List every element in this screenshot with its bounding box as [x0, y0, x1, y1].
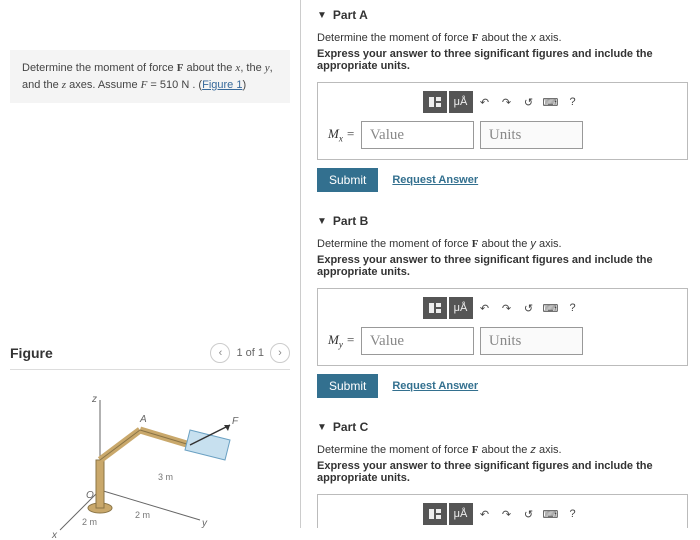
- reset-icon[interactable]: ↺: [519, 298, 539, 318]
- help-icon[interactable]: ?: [563, 298, 583, 318]
- problem-text: Determine the moment of force: [22, 62, 177, 74]
- part-c: ▼ Part C Determine the moment of force F…: [317, 420, 688, 528]
- problem-statement: Determine the moment of force F about th…: [10, 50, 290, 103]
- figure-header: Figure ‹ 1 of 1 ›: [10, 343, 290, 370]
- undo-icon[interactable]: ↶: [475, 504, 495, 524]
- svg-text:F: F: [232, 416, 239, 427]
- template-icon[interactable]: [423, 91, 447, 113]
- part-a-request-answer[interactable]: Request Answer: [392, 174, 478, 186]
- part-c-toolbar: μÅ ↶ ↷ ↺ ⌨ ?: [328, 503, 677, 525]
- part-a-value-input[interactable]: Value: [361, 121, 474, 149]
- template-icon[interactable]: [423, 503, 447, 525]
- redo-icon[interactable]: ↷: [497, 504, 517, 524]
- part-a-submit-button[interactable]: Submit: [317, 168, 378, 192]
- part-a-instructions: Express your answer to three significant…: [317, 48, 688, 72]
- help-icon[interactable]: ?: [563, 504, 583, 524]
- template-icon[interactable]: [423, 297, 447, 319]
- part-b-question: Determine the moment of force F about th…: [317, 238, 688, 250]
- svg-text:2 m: 2 m: [135, 510, 150, 520]
- reset-icon[interactable]: ↺: [519, 92, 539, 112]
- part-b-answer-box: μÅ ↶ ↷ ↺ ⌨ ? My = Value Units: [317, 288, 688, 366]
- part-b-header[interactable]: ▼ Part B: [317, 214, 688, 228]
- part-b-units-input[interactable]: Units: [480, 327, 583, 355]
- caret-down-icon: ▼: [317, 422, 327, 433]
- part-a-header[interactable]: ▼ Part A: [317, 8, 688, 22]
- part-a-question: Determine the moment of force F about th…: [317, 32, 688, 44]
- part-a-submit-row: Submit Request Answer: [317, 168, 688, 192]
- part-b-title: Part B: [333, 214, 368, 228]
- part-a-answer-box: μÅ ↶ ↷ ↺ ⌨ ? Mx = Value Units: [317, 82, 688, 160]
- redo-icon[interactable]: ↷: [497, 298, 517, 318]
- part-a: ▼ Part A Determine the moment of force F…: [317, 8, 688, 192]
- pager-label: 1 of 1: [236, 347, 264, 359]
- part-b-label: My =: [328, 332, 355, 350]
- undo-icon[interactable]: ↶: [475, 298, 495, 318]
- part-b-answer-row: My = Value Units: [328, 327, 677, 355]
- redo-icon[interactable]: ↷: [497, 92, 517, 112]
- part-c-header[interactable]: ▼ Part C: [317, 420, 688, 434]
- figure-image: z x y O A F 3 m 2 m 2 m: [10, 390, 290, 540]
- reset-icon[interactable]: ↺: [519, 504, 539, 524]
- part-b: ▼ Part B Determine the moment of force F…: [317, 214, 688, 398]
- keyboard-icon[interactable]: ⌨: [541, 504, 561, 524]
- part-b-value-input[interactable]: Value: [361, 327, 474, 355]
- part-b-submit-row: Submit Request Answer: [317, 374, 688, 398]
- caret-down-icon: ▼: [317, 10, 327, 21]
- part-b-instructions: Express your answer to three significant…: [317, 254, 688, 278]
- figure-pager: ‹ 1 of 1 ›: [210, 343, 290, 363]
- part-c-title: Part C: [333, 420, 368, 434]
- svg-text:3 m: 3 m: [158, 472, 173, 482]
- units-icon[interactable]: μÅ: [449, 503, 473, 525]
- units-icon[interactable]: μÅ: [449, 91, 473, 113]
- keyboard-icon[interactable]: ⌨: [541, 298, 561, 318]
- part-c-answer-box: μÅ ↶ ↷ ↺ ⌨ ? Mz = Value Units: [317, 494, 688, 528]
- svg-text:A: A: [139, 414, 147, 425]
- part-b-request-answer[interactable]: Request Answer: [392, 380, 478, 392]
- svg-text:O: O: [86, 490, 94, 501]
- pager-next[interactable]: ›: [270, 343, 290, 363]
- part-a-title: Part A: [333, 8, 368, 22]
- svg-text:z: z: [91, 394, 97, 405]
- help-icon[interactable]: ?: [563, 92, 583, 112]
- part-a-toolbar: μÅ ↶ ↷ ↺ ⌨ ?: [328, 91, 677, 113]
- caret-down-icon: ▼: [317, 216, 327, 227]
- pager-prev[interactable]: ‹: [210, 343, 230, 363]
- undo-icon[interactable]: ↶: [475, 92, 495, 112]
- svg-text:x: x: [51, 530, 58, 540]
- figure-title: Figure: [10, 345, 53, 361]
- units-icon[interactable]: μÅ: [449, 297, 473, 319]
- svg-text:2 m: 2 m: [82, 517, 97, 527]
- part-a-units-input[interactable]: Units: [480, 121, 583, 149]
- figure-link[interactable]: Figure 1: [202, 79, 242, 91]
- part-a-label: Mx =: [328, 126, 355, 144]
- part-a-answer-row: Mx = Value Units: [328, 121, 677, 149]
- part-b-submit-button[interactable]: Submit: [317, 374, 378, 398]
- right-column: ▼ Part A Determine the moment of force F…: [301, 0, 700, 528]
- left-column: Determine the moment of force F about th…: [0, 0, 300, 528]
- keyboard-icon[interactable]: ⌨: [541, 92, 561, 112]
- part-c-question: Determine the moment of force F about th…: [317, 444, 688, 456]
- part-c-instructions: Express your answer to three significant…: [317, 460, 688, 484]
- part-b-toolbar: μÅ ↶ ↷ ↺ ⌨ ?: [328, 297, 677, 319]
- svg-text:y: y: [201, 518, 208, 529]
